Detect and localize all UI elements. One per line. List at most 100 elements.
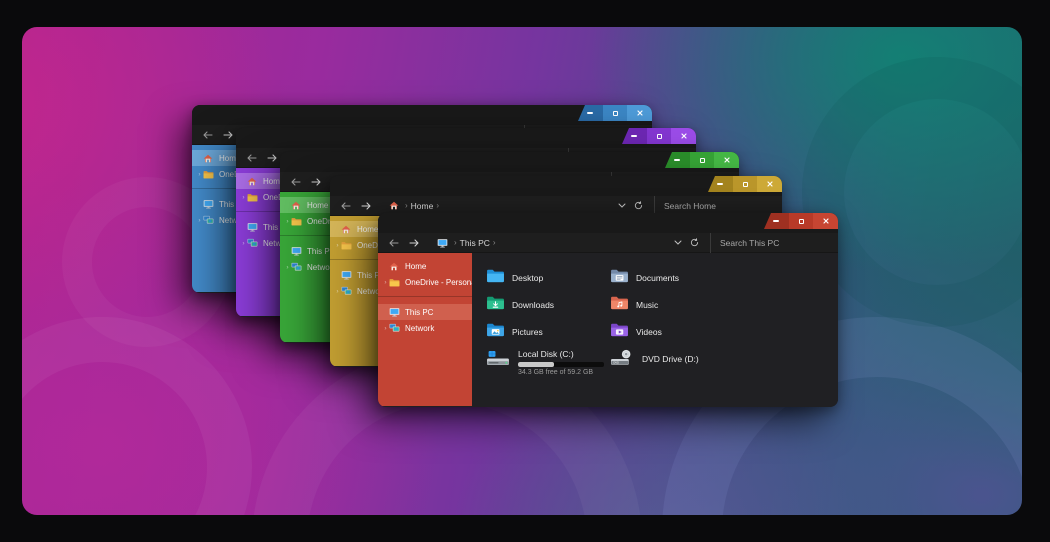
home-icon — [291, 201, 303, 210]
close-icon — [681, 133, 687, 139]
expander-icon[interactable]: › — [284, 218, 291, 225]
music-folder-icon — [610, 295, 629, 315]
close-button[interactable] — [627, 105, 652, 121]
close-button[interactable] — [813, 213, 838, 229]
chevron-down-icon — [618, 203, 626, 208]
explorer-window-red: › This PC › Home ›OneDrive - Personal Th… — [378, 213, 838, 407]
expander-icon[interactable]: › — [382, 325, 389, 332]
titlebar[interactable] — [236, 128, 696, 148]
forward-arrow-icon — [361, 202, 371, 210]
folder-icon — [291, 217, 303, 226]
back-button[interactable] — [245, 151, 259, 165]
back-button[interactable] — [201, 128, 215, 142]
home-icon — [203, 154, 215, 163]
refresh-button[interactable] — [686, 236, 702, 250]
forward-button[interactable] — [309, 175, 323, 189]
maximize-icon — [743, 182, 748, 187]
file-item-pictures[interactable]: Pictures — [486, 318, 610, 345]
file-item-dvd-drive[interactable]: DVD DVD Drive (D:) — [610, 345, 780, 387]
expander-icon[interactable]: › — [240, 194, 247, 201]
sidebar-separator — [378, 296, 472, 297]
expander-icon[interactable]: › — [196, 171, 203, 178]
disk-free-space-text: 34.3 GB free of 59.2 GB — [518, 369, 604, 376]
local-disk-icon — [486, 349, 511, 372]
window-controls — [665, 152, 739, 168]
network-icon — [247, 238, 259, 248]
chevron-down-icon — [674, 240, 682, 245]
minimize-button[interactable] — [665, 152, 690, 168]
expander-icon[interactable]: › — [240, 240, 247, 247]
close-button[interactable] — [757, 176, 782, 192]
file-item-downloads[interactable]: Downloads — [486, 291, 610, 318]
back-button[interactable] — [289, 175, 303, 189]
breadcrumb-location[interactable]: Home — [411, 201, 434, 211]
back-button[interactable] — [387, 236, 401, 250]
search-input[interactable] — [720, 238, 838, 248]
maximize-button[interactable] — [733, 176, 758, 192]
minimize-button[interactable] — [578, 105, 603, 121]
close-icon — [823, 218, 829, 224]
sidebar-item-network[interactable]: ›Network — [378, 320, 472, 336]
monitor-icon — [247, 222, 259, 232]
titlebar[interactable] — [330, 176, 782, 196]
maximize-button[interactable] — [690, 152, 715, 168]
window-controls — [622, 128, 696, 144]
expander-icon[interactable]: › — [196, 217, 203, 224]
window-controls — [708, 176, 782, 192]
back-arrow-icon — [291, 178, 301, 186]
file-grid: Desktop Downloads Pictures Local Disk (C… — [472, 253, 838, 387]
search-input[interactable] — [664, 201, 782, 211]
window-controls — [764, 213, 838, 229]
sidebar-item-thispc[interactable]: This PC — [378, 304, 472, 320]
titlebar[interactable] — [192, 105, 652, 125]
downloads-folder-icon — [486, 295, 505, 315]
home-icon — [247, 177, 259, 186]
maximize-icon — [613, 111, 618, 116]
back-button[interactable] — [339, 199, 353, 213]
expander-icon[interactable]: › — [382, 279, 389, 286]
file-item-label: Videos — [636, 327, 662, 337]
file-item-music[interactable]: Music — [610, 291, 780, 318]
home-location-icon — [389, 201, 399, 210]
file-item-label: Music — [636, 300, 658, 310]
sidebar-item-home[interactable]: Home — [378, 258, 472, 274]
search-box — [710, 233, 838, 253]
file-item-documents[interactable]: Documents — [610, 264, 780, 291]
maximize-button[interactable] — [603, 105, 628, 121]
forward-button[interactable] — [221, 128, 235, 142]
sidebar: Home ›OneDrive - Personal This PC ›Netwo… — [378, 253, 472, 406]
titlebar[interactable] — [378, 213, 838, 233]
address-dropdown-button[interactable] — [670, 236, 686, 250]
network-icon — [389, 323, 401, 333]
sidebar-item-onedrive[interactable]: ›OneDrive - Personal — [378, 274, 472, 290]
file-item-label: Pictures — [512, 327, 543, 337]
expander-icon[interactable]: › — [334, 288, 341, 295]
expander-icon[interactable]: › — [284, 264, 291, 271]
folder-icon — [389, 278, 401, 287]
drive-label: DVD Drive (D:) — [642, 354, 699, 364]
file-item-desktop[interactable]: Desktop — [486, 264, 610, 291]
address-dropdown-button[interactable] — [614, 199, 630, 213]
close-button[interactable] — [714, 152, 739, 168]
swirl-decoration — [22, 317, 252, 515]
file-item-videos[interactable]: Videos — [610, 318, 780, 345]
forward-button[interactable] — [407, 236, 421, 250]
close-icon — [637, 110, 643, 116]
toolbar: › This PC › — [378, 233, 838, 253]
expander-icon[interactable]: › — [334, 242, 341, 249]
file-item-local-disk[interactable]: Local Disk (C:) 34.3 GB free of 59.2 GB — [486, 345, 610, 387]
close-button[interactable] — [671, 128, 696, 144]
maximize-button[interactable] — [789, 213, 814, 229]
breadcrumb-location[interactable]: This PC — [460, 238, 490, 248]
forward-button[interactable] — [359, 199, 373, 213]
file-item-label: Desktop — [512, 273, 543, 283]
pictures-folder-icon — [486, 322, 505, 342]
titlebar[interactable] — [280, 152, 739, 172]
forward-button[interactable] — [265, 151, 279, 165]
refresh-button[interactable] — [630, 199, 646, 213]
minimize-button[interactable] — [622, 128, 647, 144]
maximize-button[interactable] — [647, 128, 672, 144]
minimize-button[interactable] — [764, 213, 789, 229]
minimize-button[interactable] — [708, 176, 733, 192]
close-icon — [724, 157, 730, 163]
